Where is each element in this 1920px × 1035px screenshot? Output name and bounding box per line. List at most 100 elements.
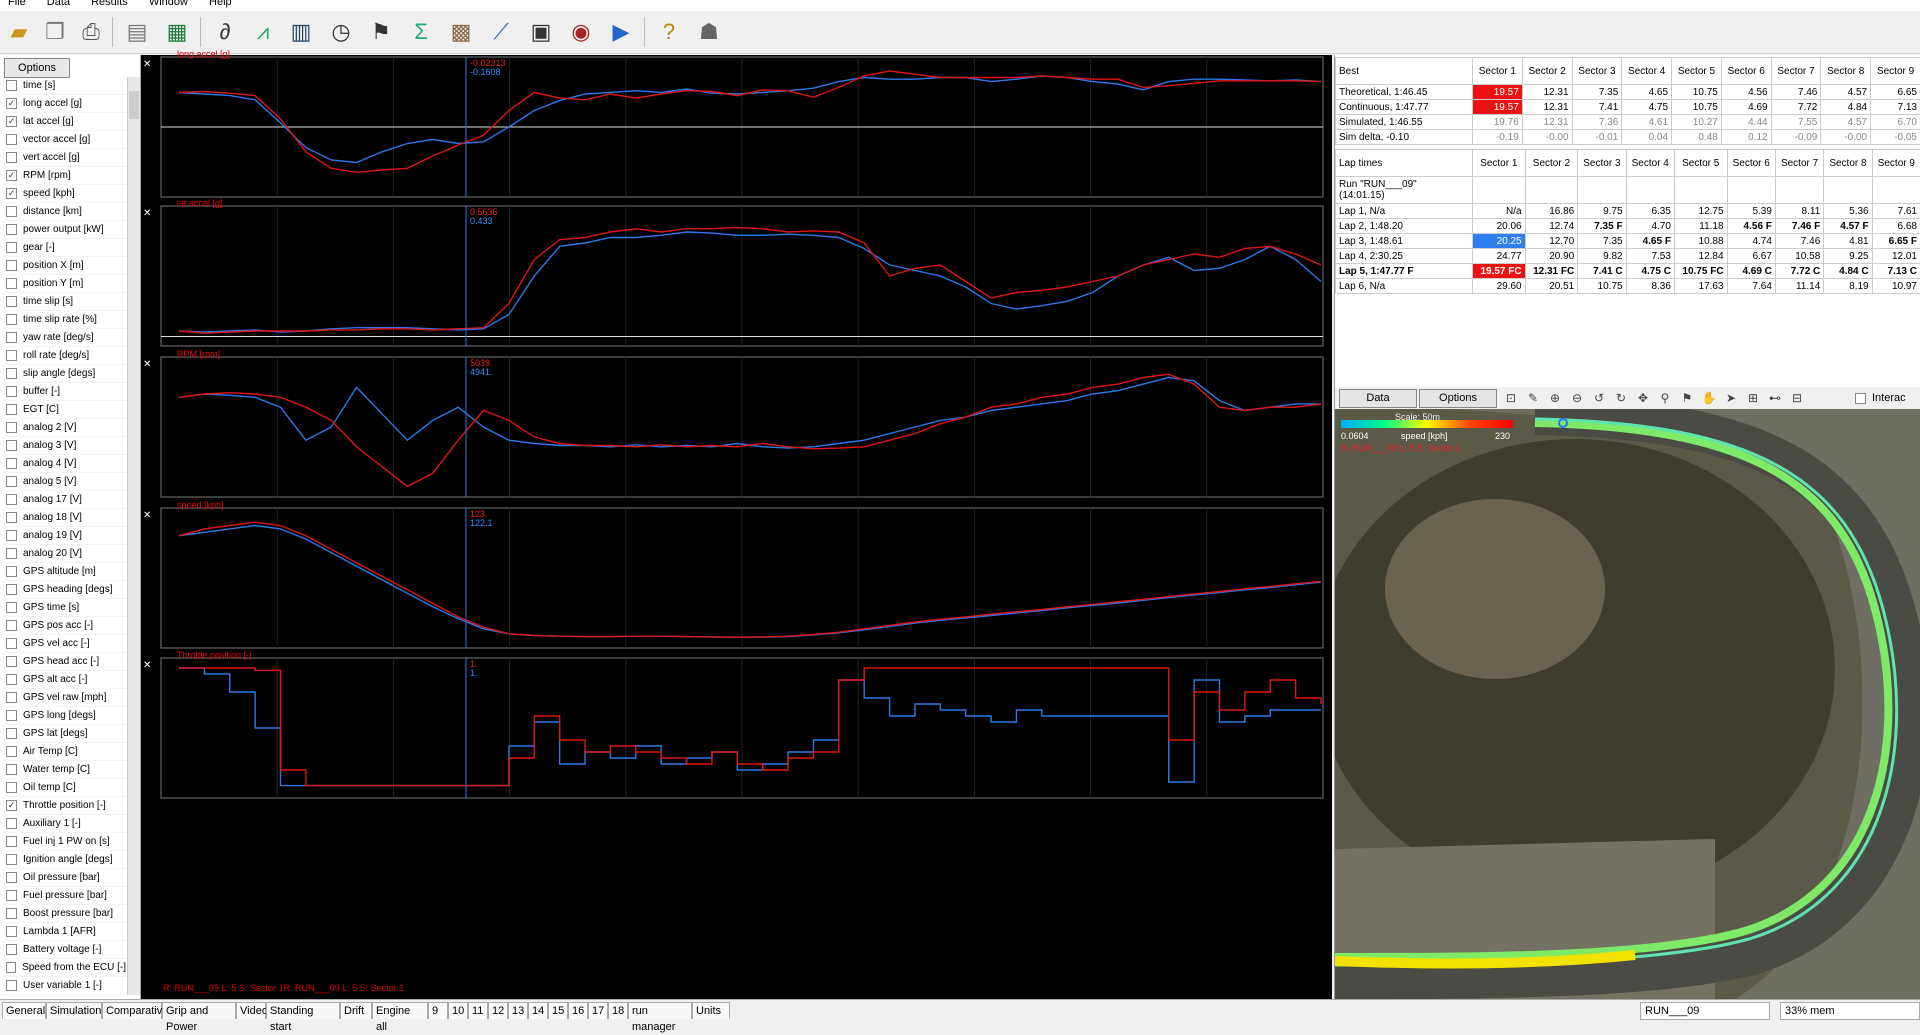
channel-checkbox[interactable] [6, 818, 17, 829]
channel-checkbox[interactable] [6, 962, 16, 973]
channel-checkbox[interactable] [6, 224, 17, 235]
channel-checkbox[interactable] [6, 206, 17, 217]
table-row[interactable]: Simulated, 1:46.5519.7612.317.364.6110.2… [1336, 115, 1920, 130]
pin-icon[interactable]: ⚑ [1679, 391, 1695, 405]
close-graph-icon[interactable]: ✕ [143, 359, 151, 370]
channel-item[interactable]: position Y [m] [2, 275, 126, 293]
bar-chart-icon[interactable]: ▥ [284, 16, 318, 48]
channel-item[interactable]: analog 19 [V] [2, 527, 126, 545]
channel-checkbox[interactable] [6, 656, 17, 667]
channel-item[interactable]: analog 18 [V] [2, 509, 126, 527]
channel-checkbox[interactable] [6, 422, 17, 433]
tab-15[interactable]: 15 [548, 1002, 568, 1019]
sector-header[interactable]: Sector 1 [1473, 150, 1526, 177]
close-graph-icon[interactable]: ✕ [143, 510, 151, 521]
sector-header[interactable]: Sector 8 [1821, 58, 1871, 85]
sector-header[interactable]: Sector 6 [1721, 58, 1771, 85]
xy-plot-icon[interactable]: ⟋ [484, 16, 518, 48]
channel-item[interactable]: Fuel pressure [bar] [2, 887, 126, 905]
table-row[interactable]: Lap 4, 2:30.2524.7720.909.827.5312.846.6… [1336, 249, 1920, 264]
channel-item[interactable]: Boost pressure [bar] [2, 905, 126, 923]
play-icon[interactable]: ▶ [604, 16, 638, 48]
channel-checkbox[interactable] [6, 926, 17, 937]
channel-item[interactable]: ✓lat accel [g] [2, 113, 126, 131]
channel-checkbox[interactable] [6, 80, 17, 91]
rotate-right-icon[interactable]: ↻ [1613, 391, 1629, 405]
channel-checkbox[interactable] [6, 602, 17, 613]
channel-item[interactable]: power output [kW] [2, 221, 126, 239]
channel-item[interactable]: ✓RPM [rpm] [2, 167, 126, 185]
channel-item[interactable]: gear [-] [2, 239, 126, 257]
channel-item[interactable]: analog 17 [V] [2, 491, 126, 509]
zoom-out-icon[interactable]: ⊖ [1569, 391, 1585, 405]
channel-item[interactable]: analog 2 [V] [2, 419, 126, 437]
channel-checkbox[interactable] [6, 764, 17, 775]
clipboard-icon[interactable]: ▤ [120, 16, 154, 48]
interact-checkbox[interactable]: Interac [1855, 392, 1906, 404]
tab-standing-start[interactable]: Standing start [266, 1002, 340, 1019]
marker-icon[interactable]: ⚲ [1657, 391, 1673, 405]
close-graph-icon[interactable]: ✕ [143, 660, 151, 671]
channel-checkbox[interactable] [6, 530, 17, 541]
node-remove-icon[interactable]: ⊟ [1789, 391, 1805, 405]
graph-1[interactable] [161, 206, 1323, 346]
channel-item[interactable]: Ignition angle [degs] [2, 851, 126, 869]
channel-checkbox[interactable] [6, 836, 17, 847]
menu-results[interactable]: Results [91, 0, 128, 8]
info-sign-icon[interactable]: ☗ [692, 16, 726, 48]
graph-4[interactable] [161, 658, 1323, 798]
channel-item[interactable]: ✓Throttle position [-] [2, 797, 126, 815]
channel-item[interactable]: Battery voltage [-] [2, 941, 126, 959]
channel-item[interactable]: ✓long accel [g] [2, 95, 126, 113]
channel-checkbox[interactable] [6, 872, 17, 883]
channel-item[interactable]: slip angle [degs] [2, 365, 126, 383]
channel-item[interactable]: analog 3 [V] [2, 437, 126, 455]
node-add-icon[interactable]: ⊞ [1745, 391, 1761, 405]
channel-item[interactable]: GPS time [s] [2, 599, 126, 617]
table-row[interactable]: Lap 2, 1:48.2020.0612.747.35 F4.7011.184… [1336, 219, 1920, 234]
help-icon[interactable]: ? [652, 16, 686, 48]
channel-checkbox[interactable] [6, 242, 17, 253]
channel-item[interactable]: GPS lat [degs] [2, 725, 126, 743]
menu-file[interactable]: File [8, 0, 26, 8]
tab-14[interactable]: 14 [528, 1002, 548, 1019]
channel-item[interactable]: GPS vel acc [-] [2, 635, 126, 653]
histogram-icon[interactable]: ▩ [444, 16, 478, 48]
channel-item[interactable]: buffer [-] [2, 383, 126, 401]
sector-header[interactable]: Sector 5 [1674, 150, 1727, 177]
channel-item[interactable]: analog 4 [V] [2, 455, 126, 473]
channel-item[interactable]: Air Temp [C] [2, 743, 126, 761]
sector-header[interactable]: Sector 8 [1824, 150, 1872, 177]
channel-item[interactable]: position X [m] [2, 257, 126, 275]
sector-header[interactable]: Sector 2 [1522, 58, 1572, 85]
tab-12[interactable]: 12 [488, 1002, 508, 1019]
channel-checkbox[interactable] [6, 386, 17, 397]
channel-item[interactable]: Speed from the ECU [-] [2, 959, 126, 977]
channel-checkbox[interactable] [6, 944, 17, 955]
channel-checkbox[interactable] [6, 782, 17, 793]
channel-item[interactable]: GPS altitude [m] [2, 563, 126, 581]
channel-item[interactable]: time slip [s] [2, 293, 126, 311]
channel-item[interactable]: ✓speed [kph] [2, 185, 126, 203]
channel-item[interactable]: EGT [C] [2, 401, 126, 419]
channel-checkbox[interactable] [6, 620, 17, 631]
channel-item[interactable]: GPS pos acc [-] [2, 617, 126, 635]
table-row[interactable]: Theoretical, 1:46.4519.5712.317.354.6510… [1336, 85, 1920, 100]
map-options-button[interactable]: Options [1419, 389, 1497, 408]
tab-units[interactable]: Units [692, 1002, 730, 1019]
track-map-icon[interactable]: ∂ [208, 16, 242, 48]
table-row[interactable]: Lap 1, N/aN/a16.869.756.3512.755.398.115… [1336, 204, 1920, 219]
channel-item[interactable]: analog 5 [V] [2, 473, 126, 491]
channel-checkbox[interactable] [6, 890, 17, 901]
sector-header[interactable]: Sector 4 [1622, 58, 1672, 85]
channel-checkbox[interactable] [6, 332, 17, 343]
table-row[interactable]: Lap 5, 1:47.77 F19.57 FC12.31 FC7.41 C4.… [1336, 264, 1920, 279]
channel-checkbox[interactable] [6, 692, 17, 703]
channel-checkbox[interactable] [6, 746, 17, 757]
channel-checkbox[interactable] [6, 476, 17, 487]
stopwatch-icon[interactable]: ◷ [324, 16, 358, 48]
channel-checkbox[interactable] [6, 728, 17, 739]
tab-10[interactable]: 10 [448, 1002, 468, 1019]
menu-data[interactable]: Data [47, 0, 70, 8]
channel-checkbox[interactable]: ✓ [6, 116, 17, 127]
